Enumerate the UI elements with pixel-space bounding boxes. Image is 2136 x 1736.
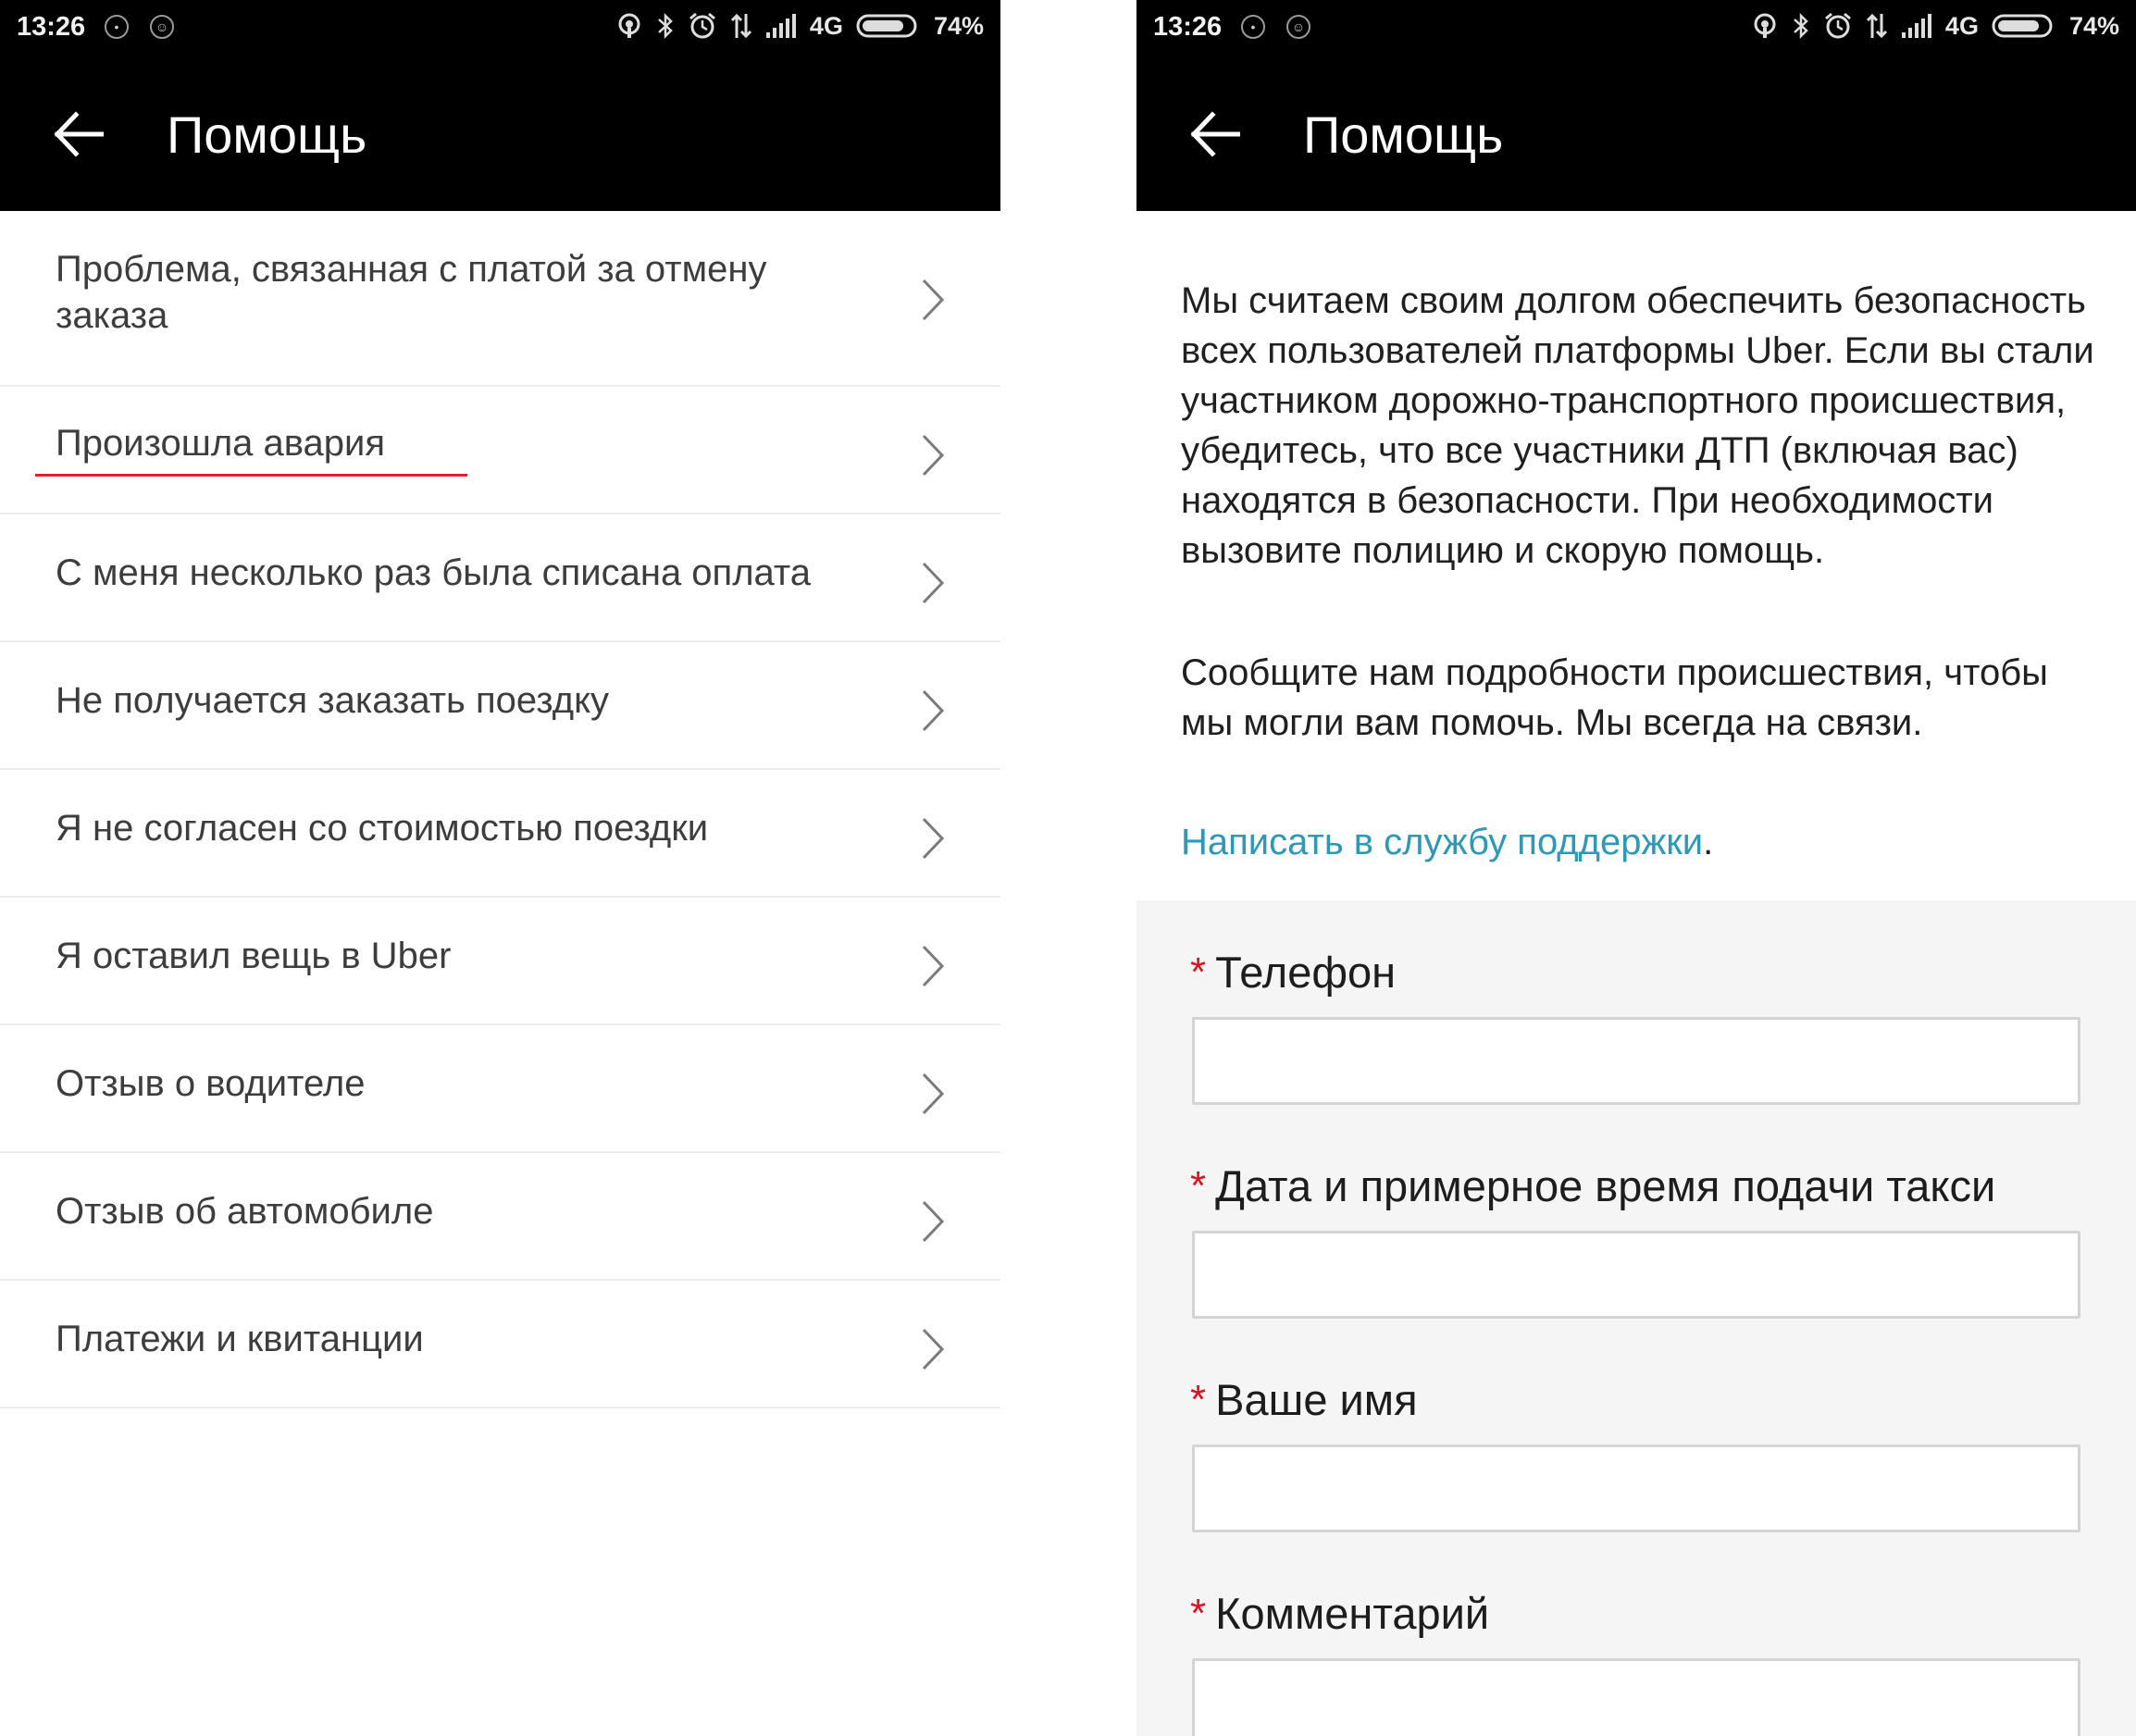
hotspot-icon xyxy=(1751,12,1779,40)
notification-icon: • xyxy=(105,15,129,39)
help-topic-list: Проблема, связанная с платой за отмену з… xyxy=(0,211,1000,1408)
list-item-cancel-fee[interactable]: Проблема, связанная с платой за отмену з… xyxy=(0,211,1000,387)
network-type: 4G xyxy=(1944,11,1979,40)
phone-screen-right: 13:26 • ☺ 4G 74% Помощь Мы считаем своим… xyxy=(1136,0,2136,1736)
list-item-label: Не получается заказать поездку xyxy=(56,680,610,721)
accident-form: * Телефон * Дата и примерное время подачи … xyxy=(1136,900,2136,1736)
support-link[interactable]: Написать в службу поддержки xyxy=(1181,822,1703,862)
list-item-double-charge[interactable]: С меня несколько раз была списана оплата xyxy=(0,515,1000,642)
comment-field-label: * Комментарий xyxy=(1190,1588,1489,1642)
chevron-right-icon xyxy=(922,817,945,860)
chevron-right-icon xyxy=(922,1328,945,1370)
date-time-field-label: * Дата и примерное время подачи такси xyxy=(1190,1160,1995,1214)
list-item-label: Платежи и квитанции xyxy=(56,1319,424,1359)
page-title: Помощь xyxy=(1303,105,1504,164)
comment-input[interactable] xyxy=(1192,1658,2080,1736)
notification-app-icon: ☺ xyxy=(150,15,174,39)
chevron-right-icon xyxy=(922,1200,945,1243)
required-asterisk: * xyxy=(1190,949,1207,995)
data-transfer-icon xyxy=(730,12,752,40)
required-asterisk: * xyxy=(1190,1377,1207,1422)
required-asterisk: * xyxy=(1190,1163,1207,1209)
field-label-text: Ваше имя xyxy=(1215,1375,1418,1424)
list-item-disagree-price[interactable]: Я не согласен со стоимостью поездки xyxy=(0,770,1000,898)
list-item-label: Проблема, связанная с платой за отмену з… xyxy=(56,249,767,336)
list-item-label: Я оставил вещь в Uber xyxy=(56,936,452,976)
battery-icon xyxy=(856,12,921,40)
status-icons: 4G 74% xyxy=(1751,11,2119,41)
info-section: Мы считаем своим долгом обеспечить безоп… xyxy=(1136,211,2136,900)
phone-field-label: * Телефон xyxy=(1190,947,1396,1000)
chevron-right-icon xyxy=(922,689,945,732)
battery-icon xyxy=(1992,12,2056,40)
list-item-accident[interactable]: Произошла авария xyxy=(0,387,1000,515)
highlight-underline xyxy=(35,474,467,477)
battery-level: 74% xyxy=(933,11,984,40)
list-item-vehicle-feedback[interactable]: Отзыв об автомобиле xyxy=(0,1153,1000,1281)
chevron-right-icon xyxy=(922,279,945,321)
field-label-text: Комментарий xyxy=(1215,1589,1490,1638)
list-item-label: Произошла авария xyxy=(56,423,386,464)
bluetooth-icon xyxy=(656,12,675,40)
chevron-right-icon xyxy=(922,1073,945,1115)
data-transfer-icon xyxy=(1866,12,1888,40)
app-bar: Помощь xyxy=(1136,56,2136,211)
back-arrow-icon[interactable] xyxy=(1190,111,1240,157)
notification-app-icon: ☺ xyxy=(1286,15,1310,39)
signal-icon xyxy=(765,14,797,38)
status-icons: 4G 74% xyxy=(615,11,984,41)
hotspot-icon xyxy=(615,12,643,40)
name-field-label: * Ваше имя xyxy=(1190,1374,1418,1428)
chevron-right-icon xyxy=(922,562,945,604)
phone-screen-left: 13:26 • ☺ 4G 74% Помощь Проблема, связан… xyxy=(0,0,1000,1736)
page-title: Помощь xyxy=(167,105,367,164)
list-item-label: Я не согласен со стоимостью поездки xyxy=(56,808,709,849)
field-label-text: Телефон xyxy=(1215,948,1397,997)
notification-icon: • xyxy=(1241,15,1265,39)
phone-input[interactable] xyxy=(1192,1017,2080,1105)
status-bar: 13:26 • ☺ 4G 74% xyxy=(1136,0,2136,56)
status-time: 13:26 xyxy=(17,12,86,42)
date-time-input[interactable] xyxy=(1192,1231,2080,1319)
list-item-label: Отзыв об автомобиле xyxy=(56,1191,434,1232)
list-item-cannot-order[interactable]: Не получается заказать поездку xyxy=(0,642,1000,770)
details-paragraph: Сообщите нам подробности происшествия, ч… xyxy=(1181,652,2048,743)
chevron-right-icon xyxy=(922,434,945,477)
status-time: 13:26 xyxy=(1153,12,1223,42)
chevron-right-icon xyxy=(922,945,945,987)
network-type: 4G xyxy=(809,11,843,40)
list-item-label: Отзыв о водителе xyxy=(56,1063,366,1104)
alarm-icon xyxy=(1823,11,1853,41)
list-item-label: С меня несколько раз была списана оплата xyxy=(56,552,812,593)
app-bar: Помощь xyxy=(0,56,1000,211)
name-input[interactable] xyxy=(1192,1445,2080,1532)
support-link-line: Написать в службу поддержки. xyxy=(1181,817,1713,867)
field-label-text: Дата и примерное время подачи такси xyxy=(1215,1161,1996,1210)
back-arrow-icon[interactable] xyxy=(54,111,104,157)
signal-icon xyxy=(1901,14,1932,38)
list-item-lost-item[interactable]: Я оставил вещь в Uber xyxy=(0,898,1000,1025)
battery-level: 74% xyxy=(2068,11,2119,40)
list-item-driver-feedback[interactable]: Отзыв о водителе xyxy=(0,1025,1000,1153)
safety-paragraph: Мы считаем своим долгом обеспечить безоп… xyxy=(1181,280,2094,571)
list-item-payments-receipts[interactable]: Платежи и квитанции xyxy=(0,1281,1000,1408)
support-link-period: . xyxy=(1703,822,1714,862)
alarm-icon xyxy=(688,11,717,41)
required-asterisk: * xyxy=(1190,1591,1207,1636)
bluetooth-icon xyxy=(1792,12,1810,40)
status-bar: 13:26 • ☺ 4G 74% xyxy=(0,0,1000,56)
